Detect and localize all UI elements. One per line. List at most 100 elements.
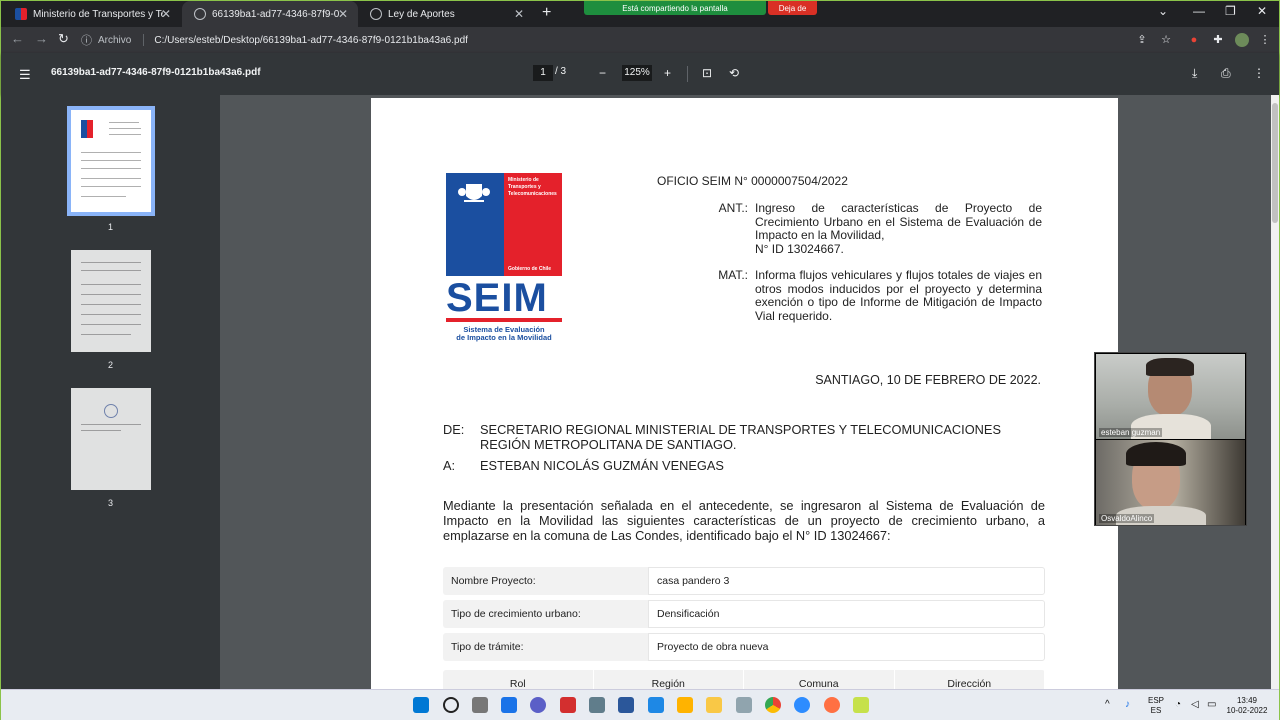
video-tile-1[interactable]: esteban guzman [1096, 354, 1245, 439]
photos-icon[interactable] [736, 697, 752, 713]
participant-hair [1126, 442, 1186, 466]
ant-text: Ingreso de características de Proyecto d… [755, 201, 1042, 256]
table-header-cell: Dirección [895, 670, 1045, 689]
battery-icon[interactable]: ▭ [1207, 700, 1216, 710]
tab-ley-aportes[interactable]: Ley de Aportes ✕ [358, 1, 534, 27]
acrobat-icon[interactable] [560, 697, 576, 713]
close-window-button[interactable]: ✕ [1257, 4, 1267, 18]
zoom-input[interactable]: 125% [622, 65, 652, 81]
extensions-puzzle-icon[interactable]: ✚ [1211, 33, 1225, 47]
media-player-icon[interactable] [677, 697, 693, 713]
globe-icon [194, 8, 206, 20]
maximize-button[interactable]: ❐ [1225, 4, 1236, 18]
thumbnail-line [109, 122, 139, 123]
scrollbar-thumb[interactable] [1272, 103, 1278, 223]
video-tile-2[interactable]: OsvaldoAlinco [1096, 440, 1245, 525]
tray-expand-icon[interactable]: ^ [1105, 700, 1110, 710]
thumbnail-line [81, 424, 141, 425]
scrollbar[interactable] [1271, 95, 1279, 689]
participant-name-2: OsvaldoAlinco [1099, 514, 1155, 523]
zoom-icon[interactable] [794, 697, 810, 713]
more-options-icon[interactable]: ⋮ [1253, 66, 1265, 80]
table-header-cell: Rol [443, 670, 594, 689]
thumbnail-line [81, 196, 126, 197]
hamburger-menu-icon[interactable]: ☰ [19, 67, 31, 83]
tab-title: Ley de Aportes [388, 8, 455, 20]
calculator-icon[interactable] [589, 697, 605, 713]
windows-start-icon[interactable] [413, 697, 429, 713]
close-icon[interactable]: ✕ [338, 7, 348, 21]
chile-flag-icon [15, 8, 27, 20]
profile-avatar[interactable] [1235, 33, 1249, 47]
new-tab-button[interactable]: + [542, 4, 551, 22]
field-value: casa pandero 3 [648, 567, 1045, 595]
zoom-in-icon[interactable]: + [664, 66, 671, 80]
print-icon[interactable]: ⎙ [1221, 66, 1231, 81]
chrome-icon[interactable] [765, 697, 781, 713]
field-row: Tipo de trámite: Proyecto de obra nueva [443, 633, 1045, 661]
mat-text: Informa flujos vehiculares y flujos tota… [755, 268, 1042, 323]
field-value: Densificación [648, 600, 1045, 628]
logo-government-text: Gobierno de Chile [508, 266, 552, 272]
oficio-number: OFICIO SEIM N° 0000007504/2022 [657, 174, 848, 188]
thumbnail-line [81, 262, 141, 263]
logo-red-panel: Ministerio de Transportes y Telecomunica… [504, 173, 562, 276]
field-row: Nombre Proyecto: casa pandero 3 [443, 567, 1045, 595]
menu-dots-icon[interactable]: ⋮ [1258, 33, 1272, 47]
rotate-icon[interactable]: ⟲ [729, 66, 739, 80]
teams-chat-icon[interactable] [530, 697, 546, 713]
tab-search-icon[interactable]: ⌄ [1158, 4, 1168, 18]
stop-sharing-button[interactable]: Deja de [768, 1, 817, 15]
thumbnail-logo [81, 120, 93, 138]
thumbnail-page-3[interactable] [71, 388, 151, 490]
microphone-icon[interactable]: ♪ [1125, 700, 1130, 710]
clock-time: 13:49 [1236, 696, 1258, 705]
ant-id: N° ID 13024667. [755, 241, 844, 256]
participant-hair [1146, 358, 1194, 376]
thumbnail-page-2[interactable] [71, 250, 151, 352]
app-icon[interactable] [824, 697, 840, 713]
share-icon[interactable]: ⇪ [1135, 33, 1149, 47]
de-a-section: DE: SECRETARIO REGIONAL MINISTERIAL DE T… [443, 422, 1001, 474]
bookmark-star-icon[interactable]: ☆ [1159, 33, 1173, 47]
word-icon[interactable] [618, 697, 634, 713]
thumbnail-label-2: 2 [107, 360, 113, 370]
thumbnail-line [81, 186, 141, 187]
thumbnail-label-3: 3 [107, 498, 113, 508]
wifi-icon[interactable]: ◔ [1175, 700, 1181, 710]
fit-to-page-icon[interactable]: ⊡ [702, 66, 712, 80]
thumbnail-line [81, 430, 121, 431]
clock[interactable]: 13:49 10-02-2022 [1223, 696, 1271, 716]
widgets-icon[interactable] [501, 697, 517, 713]
app-icon[interactable] [853, 697, 869, 713]
task-view-icon[interactable] [472, 697, 488, 713]
extension-record-icon[interactable]: ● [1187, 33, 1201, 47]
tab-ministerio[interactable]: Ministerio de Transportes y Telec ✕ [3, 1, 181, 27]
notepad-icon[interactable] [648, 697, 664, 713]
logo-blue-panel [446, 173, 504, 276]
language-indicator[interactable]: ESP ES [1144, 696, 1168, 716]
document-date: SANTIAGO, 10 DE FEBRERO DE 2022. [815, 373, 1041, 387]
search-icon[interactable] [443, 697, 459, 713]
field-key: Tipo de crecimiento urbano: [443, 600, 648, 628]
forward-button[interactable]: → [35, 31, 48, 46]
download-icon[interactable]: ⤓ [1192, 66, 1197, 81]
address-bar[interactable]: ⓘ Archivo C:/Users/esteb/Desktop/66139ba… [81, 30, 1181, 50]
screen: Ministerio de Transportes y Telec ✕ 6613… [0, 0, 1280, 720]
tab-strip: Ministerio de Transportes y Telec ✕ 6613… [1, 1, 1279, 27]
thumbnail-seal [104, 404, 118, 418]
page-number-input[interactable]: 1 [533, 65, 553, 81]
file-explorer-icon[interactable] [706, 697, 722, 713]
back-button[interactable]: ← [11, 31, 24, 46]
thumbnail-sidebar: 1 2 3 [1, 95, 220, 689]
close-icon[interactable]: ✕ [514, 7, 524, 21]
reload-button[interactable]: ↻ [58, 31, 69, 47]
thumbnail-page-1[interactable] [67, 106, 155, 216]
zoom-out-icon[interactable]: − [599, 66, 606, 80]
volume-icon[interactable]: ◁ [1191, 700, 1199, 710]
tab-pdf[interactable]: 66139ba1-ad77-4346-87f9-0121b ✕ [182, 1, 358, 27]
browser-toolbar: ← → ↻ ⓘ Archivo C:/Users/esteb/Desktop/6… [1, 27, 1279, 53]
close-icon[interactable]: ✕ [161, 7, 171, 21]
minimize-button[interactable]: — [1193, 4, 1205, 18]
stop-sharing-label: Deja de [778, 3, 807, 13]
